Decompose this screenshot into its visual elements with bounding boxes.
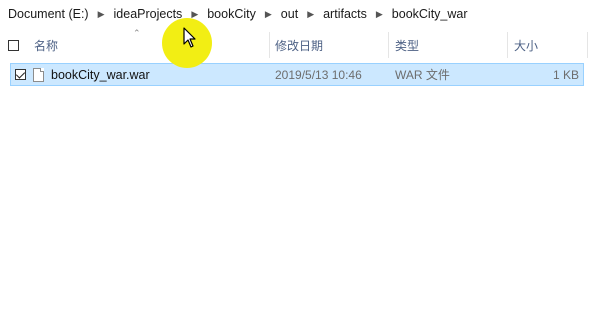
file-name[interactable]: bookCity_war.war xyxy=(51,64,150,85)
breadcrumb-item-bookcity-war[interactable]: bookCity_war xyxy=(390,7,470,21)
column-header-type[interactable]: 类型 xyxy=(395,32,419,58)
breadcrumb-item-ideaprojects[interactable]: ideaProjects xyxy=(112,7,185,21)
chevron-right-icon[interactable]: ▶ xyxy=(300,9,321,20)
breadcrumb-item-bookcity[interactable]: bookCity xyxy=(205,7,258,21)
breadcrumb-item-artifacts[interactable]: artifacts xyxy=(321,7,369,21)
file-type: WAR 文件 xyxy=(395,68,450,82)
column-header-size[interactable]: 大小 xyxy=(514,32,538,58)
file-icon xyxy=(33,64,44,85)
breadcrumb-item-drive[interactable]: Document (E:) xyxy=(6,7,91,21)
column-divider[interactable] xyxy=(507,32,508,58)
sort-up-icon: ⌃ xyxy=(133,28,141,38)
column-header-row: 名称 修改日期 类型 大小 xyxy=(0,32,600,58)
file-row[interactable]: bookCity_war.war 2019/5/13 10:46 WAR 文件 … xyxy=(10,63,584,86)
chevron-right-icon[interactable]: ▶ xyxy=(369,9,390,20)
column-divider[interactable] xyxy=(269,32,270,58)
checkbox-icon[interactable] xyxy=(15,69,26,80)
chevron-right-icon[interactable]: ▶ xyxy=(91,9,112,20)
file-modified: 2019/5/13 10:46 xyxy=(275,67,362,82)
checkbox-icon[interactable] xyxy=(8,39,19,51)
column-header-name[interactable]: 名称 xyxy=(34,32,58,58)
column-header-modified[interactable]: 修改日期 xyxy=(275,32,323,58)
select-all-checkbox[interactable] xyxy=(8,32,19,58)
column-divider[interactable] xyxy=(388,32,389,58)
mouse-cursor-icon xyxy=(183,27,196,48)
file-size: 1 KB xyxy=(552,67,579,82)
file-row-checkbox[interactable] xyxy=(15,64,26,85)
breadcrumb: Document (E:) ▶ ideaProjects ▶ bookCity … xyxy=(0,0,600,28)
column-divider[interactable] xyxy=(587,32,588,58)
breadcrumb-item-out[interactable]: out xyxy=(279,7,300,21)
chevron-right-icon[interactable]: ▶ xyxy=(258,9,279,20)
